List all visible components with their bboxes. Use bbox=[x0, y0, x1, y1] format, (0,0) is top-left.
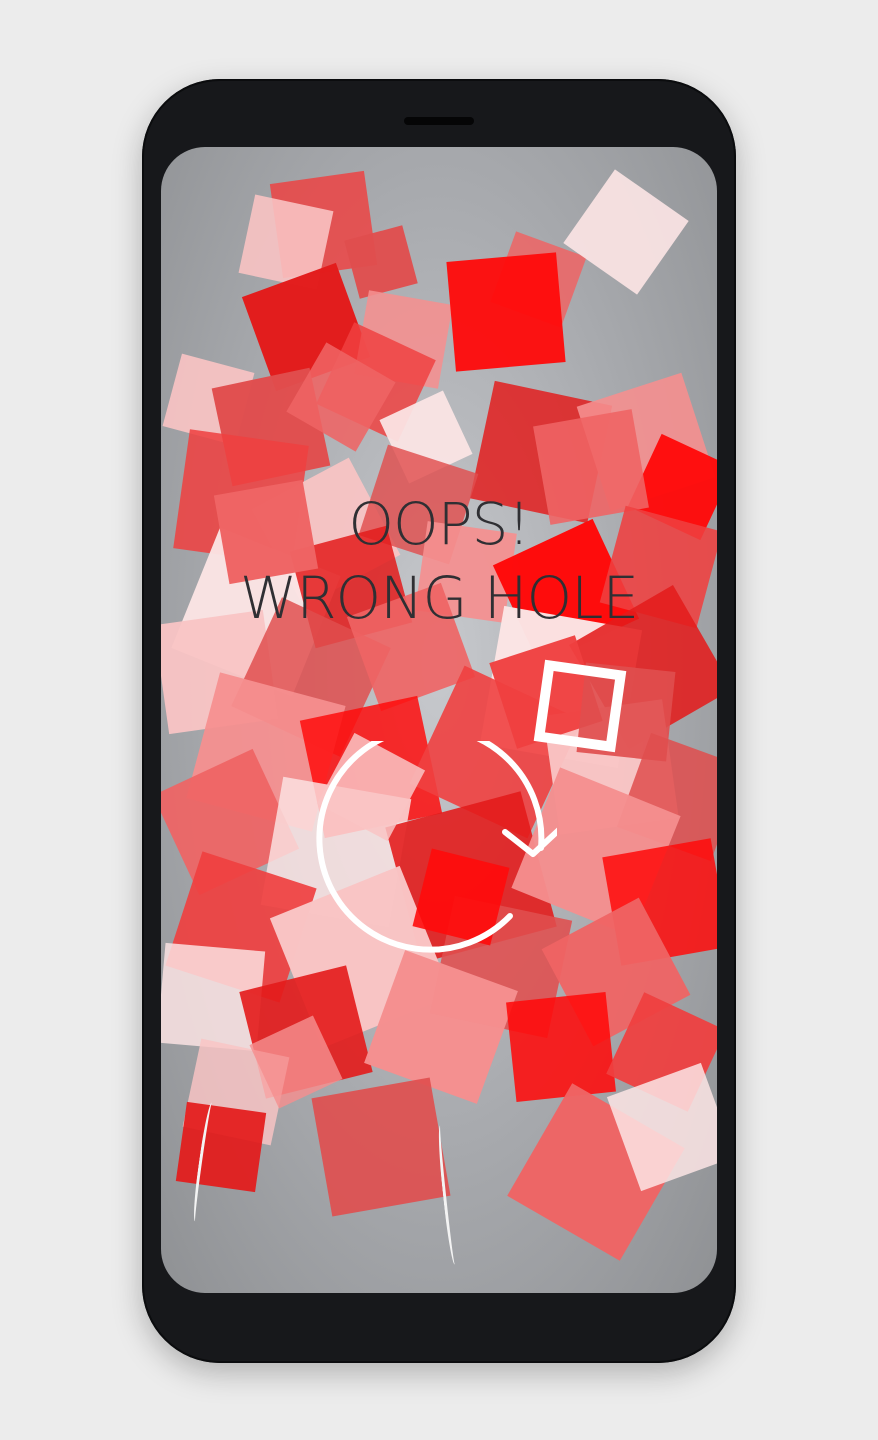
falling-square bbox=[563, 169, 689, 295]
falling-square bbox=[506, 992, 616, 1102]
falling-square bbox=[175, 1101, 267, 1193]
message-line-wrong-hole: WRONG HOLE bbox=[239, 564, 639, 632]
message-line-oops: OOPS! bbox=[348, 490, 530, 558]
app-stage: OOPS! WRONG HOLE bbox=[0, 0, 878, 1440]
falling-square bbox=[311, 1077, 451, 1217]
game-screen[interactable]: OOPS! WRONG HOLE bbox=[161, 147, 717, 1293]
game-over-message: OOPS! WRONG HOLE bbox=[161, 487, 717, 635]
target-hole-square bbox=[533, 659, 627, 753]
falling-squares bbox=[161, 147, 717, 1293]
restart-button[interactable] bbox=[307, 724, 564, 991]
restart-arrow-icon bbox=[316, 724, 564, 953]
phone-speaker bbox=[404, 117, 474, 125]
phone-frame: OOPS! WRONG HOLE bbox=[142, 79, 736, 1363]
falling-square bbox=[446, 252, 566, 372]
